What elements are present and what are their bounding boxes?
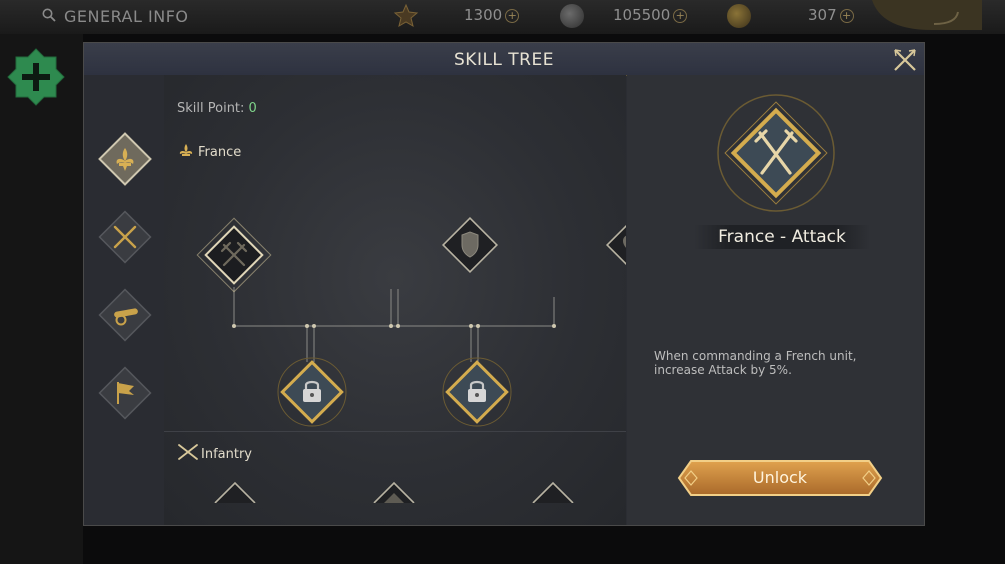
- crest-icon: [393, 3, 419, 28]
- section-infantry: Infantry: [177, 443, 252, 462]
- crest-resource[interactable]: 1300 +: [464, 6, 520, 24]
- top-bar: GENERAL INFO 1300 + 105500 + 307 +: [0, 0, 1005, 34]
- left-backdrop: [0, 34, 83, 564]
- add-gold-icon[interactable]: +: [839, 9, 854, 23]
- search-icon[interactable]: [42, 8, 56, 22]
- skill-node-attack[interactable]: [194, 215, 274, 295]
- tab-infantry[interactable]: [96, 208, 154, 266]
- skill-tree-area: Skill Point: 0 France Infantry: [164, 75, 626, 525]
- shield-icon: [461, 231, 479, 258]
- page-title: GENERAL INFO: [64, 7, 189, 26]
- skill-description: When commanding a French unit, increase …: [654, 349, 857, 377]
- crest-value: 1300: [464, 6, 503, 24]
- skill-node-infantry-2[interactable]: [369, 473, 419, 503]
- add-crest-icon[interactable]: +: [505, 9, 520, 23]
- section-divider: [164, 431, 626, 432]
- skill-tree-modal: SKILL TREE Skill Point: 0 France Infantr…: [83, 42, 925, 526]
- back-ornament-icon[interactable]: [872, 0, 982, 34]
- skill-name: France - Attack: [694, 225, 870, 249]
- add-button[interactable]: [6, 47, 66, 107]
- tab-artillery[interactable]: [96, 286, 154, 344]
- unlock-button[interactable]: Unlock: [677, 459, 883, 497]
- section-infantry-label: Infantry: [201, 447, 252, 462]
- modal-title: SKILL TREE: [454, 50, 554, 70]
- add-silver-icon[interactable]: +: [673, 9, 688, 23]
- skill-node-defense[interactable]: [438, 213, 502, 277]
- tab-france[interactable]: [96, 130, 154, 188]
- silver-resource[interactable]: 105500 +: [613, 6, 688, 24]
- close-icon[interactable]: [892, 47, 918, 73]
- unlock-label: Unlock: [752, 468, 808, 487]
- gold-value: 307: [808, 6, 837, 24]
- silver-value: 105500: [613, 6, 671, 24]
- category-tabs: [84, 75, 164, 525]
- skill-node-locked-1[interactable]: [274, 354, 350, 430]
- skill-node-locked-2[interactable]: [439, 354, 515, 430]
- silver-icon: [560, 4, 584, 28]
- modal-header: SKILL TREE: [84, 43, 924, 76]
- tab-command[interactable]: [96, 364, 154, 422]
- skill-detail-panel: France - Attack When commanding a French…: [627, 75, 924, 525]
- skill-node-infantry-3[interactable]: [528, 473, 578, 503]
- skill-node-health[interactable]: [602, 213, 626, 277]
- skill-node-infantry-1[interactable]: [210, 473, 260, 503]
- crossed-muskets-icon: [178, 444, 198, 460]
- gold-resource[interactable]: 307 +: [808, 6, 854, 24]
- gold-icon: [727, 4, 751, 28]
- selected-skill-icon: [717, 94, 835, 212]
